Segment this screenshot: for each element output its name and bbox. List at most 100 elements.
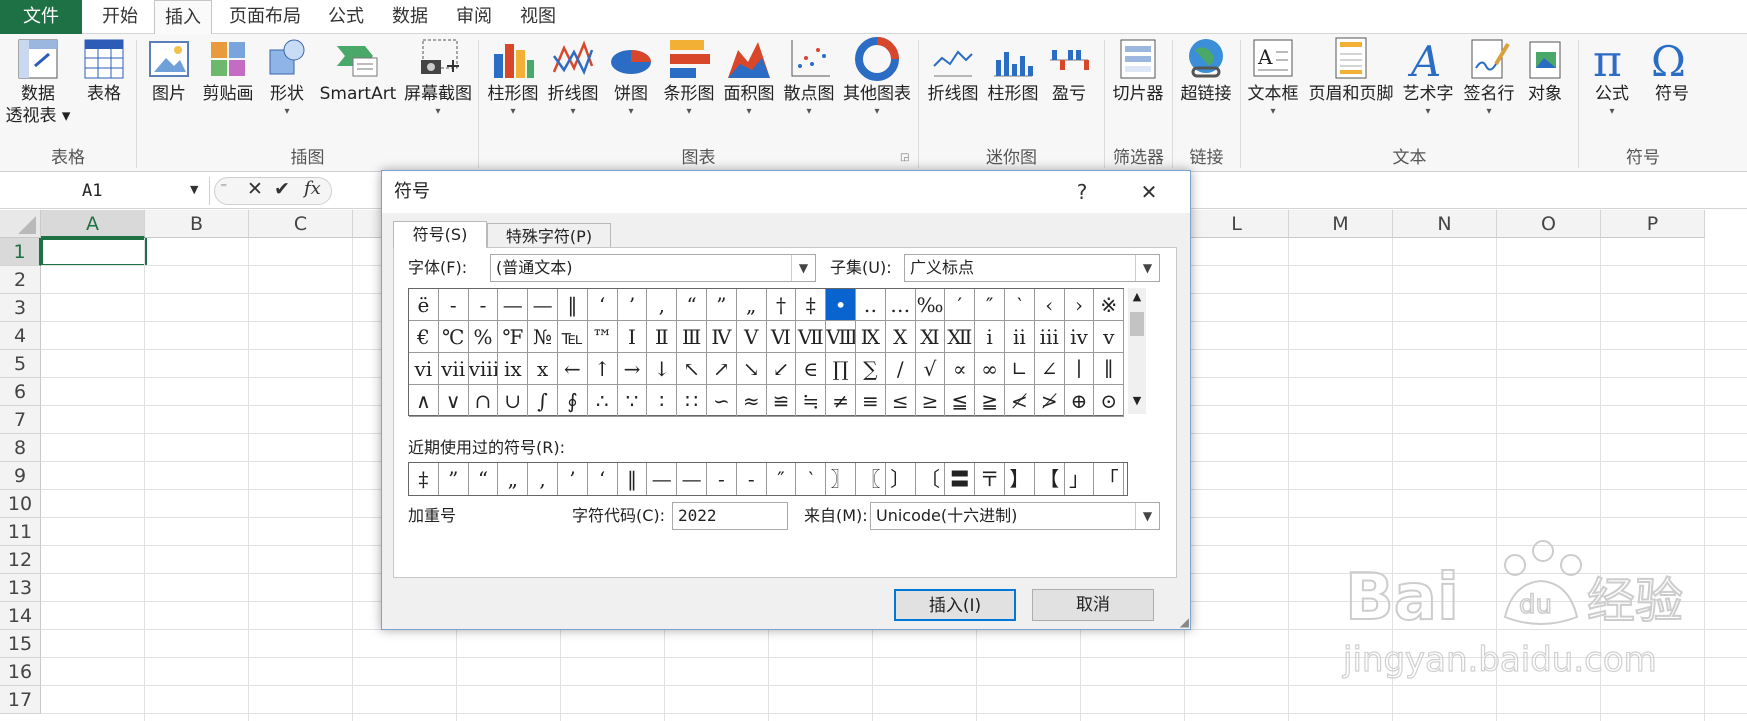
clip-art-button[interactable]: 剪贴画: [198, 36, 258, 106]
name-box[interactable]: A1: [0, 177, 210, 205]
resize-grip-icon[interactable]: ◢: [1180, 615, 1189, 629]
recent-symbol-cell[interactable]: —: [647, 463, 678, 495]
recent-symbol-cell[interactable]: ’: [558, 463, 588, 495]
scroll-down-icon[interactable]: ▼: [1128, 394, 1146, 407]
recent-symbol-cell[interactable]: -: [737, 463, 767, 495]
row-header-5[interactable]: 5: [0, 350, 41, 378]
picture-button[interactable]: 图片: [142, 36, 196, 106]
symbol-cell[interactable]: Ⅳ: [707, 321, 737, 353]
subset-select[interactable]: 广义标点 ▼: [904, 254, 1160, 282]
symbol-cell[interactable]: ⅷ: [468, 353, 499, 385]
slicer-button[interactable]: 切片器: [1108, 36, 1168, 106]
font-select[interactable]: (普通文本) ▼: [490, 254, 816, 282]
hyperlink-button[interactable]: 超链接: [1176, 36, 1236, 106]
line-chart-button[interactable]: 折线图 ▾: [544, 36, 602, 118]
symbol-cell[interactable]: —: [498, 289, 529, 321]
symbol-cell[interactable]: ↑: [587, 353, 618, 385]
cancel-entry-icon[interactable]: ✕: [247, 178, 263, 200]
scrollbar-thumb[interactable]: [1130, 312, 1144, 336]
symbol-cell[interactable]: —: [528, 289, 558, 321]
column-header-b[interactable]: B: [145, 210, 249, 238]
symbol-cell[interactable]: …: [885, 289, 916, 321]
recent-symbol-cell[interactable]: ‵: [796, 463, 827, 495]
char-code-input[interactable]: 2022: [672, 502, 788, 530]
symbol-cell[interactable]: ∪: [498, 385, 529, 417]
column-header-l[interactable]: L: [1185, 210, 1289, 238]
recent-symbol-cell[interactable]: ”: [439, 463, 469, 495]
symbol-cell[interactable]: ∈: [796, 353, 827, 385]
pie-chart-button[interactable]: 饼图 ▾: [604, 36, 658, 118]
tab-review[interactable]: 审阅: [446, 0, 502, 34]
active-cell-a1[interactable]: [41, 238, 147, 266]
recent-symbol-cell[interactable]: 〖: [856, 463, 886, 495]
symbol-cell[interactable]: ⅰ: [975, 321, 1005, 353]
row-header-15[interactable]: 15: [0, 630, 41, 658]
symbol-cell[interactable]: ≥: [915, 385, 946, 417]
symbol-cell[interactable]: ←: [558, 353, 588, 385]
textbox-button[interactable]: A 文本框 ▾: [1244, 36, 1302, 118]
symbol-cell[interactable]: ≠: [826, 385, 856, 417]
signature-line-button[interactable]: 签名行 ▾: [1460, 36, 1518, 118]
symbol-cell[interactable]: ›: [1064, 289, 1095, 321]
sparkline-column-button[interactable]: 柱形图: [984, 36, 1042, 106]
symbol-grid-scrollbar[interactable]: ▲ ▼: [1128, 288, 1146, 414]
symbol-cell[interactable]: ⊙: [1094, 385, 1125, 417]
symbol-cell[interactable]: Ⅻ: [945, 321, 976, 353]
symbol-cell[interactable]: ℉: [498, 321, 529, 353]
object-button[interactable]: 对象: [1520, 36, 1570, 106]
symbol-cell[interactable]: ↗: [707, 353, 737, 385]
row-header-7[interactable]: 7: [0, 406, 41, 434]
row-header-14[interactable]: 14: [0, 602, 41, 630]
symbol-cell[interactable]: ≤: [885, 385, 916, 417]
symbol-cell[interactable]: ‖: [558, 289, 588, 321]
wordart-button[interactable]: A 艺术字 ▾: [1398, 36, 1458, 118]
symbol-cell[interactable]: ‵: [1005, 289, 1035, 321]
insert-function-icon[interactable]: fx: [304, 178, 321, 199]
other-charts-button[interactable]: 其他图表 ▾: [840, 36, 914, 118]
symbol-cell[interactable]: ↓: [647, 353, 678, 385]
symbol-cell[interactable]: ‥: [856, 289, 886, 321]
symbol-cell[interactable]: ≦: [945, 385, 976, 417]
symbol-cell[interactable]: Ⅶ: [796, 321, 827, 353]
symbol-cell[interactable]: ″: [975, 289, 1005, 321]
close-icon[interactable]: ✕: [1122, 171, 1176, 213]
column-header-o[interactable]: O: [1497, 210, 1601, 238]
symbol-cell[interactable]: ‡: [796, 289, 827, 321]
tab-file[interactable]: 文件: [0, 0, 82, 34]
symbol-cell[interactable]: %: [468, 321, 499, 353]
symbol-cell[interactable]: ↘: [736, 353, 767, 385]
bar-chart-button[interactable]: 条形图 ▾: [660, 36, 718, 118]
recent-symbol-cell[interactable]: “: [469, 463, 499, 495]
row-header-9[interactable]: 9: [0, 462, 41, 490]
symbol-cell[interactable]: Ⅹ: [885, 321, 916, 353]
symbol-cell[interactable]: ∨: [438, 385, 469, 417]
symbol-cell[interactable]: ≈: [736, 385, 767, 417]
pivot-table-button[interactable]: 数据 透视表 ▾: [2, 36, 74, 128]
symbol-cell[interactable]: ™: [587, 321, 618, 353]
help-button[interactable]: ?: [1062, 171, 1102, 213]
tab-home[interactable]: 开始: [90, 0, 150, 34]
tab-data[interactable]: 数据: [382, 0, 438, 34]
symbol-cell[interactable]: †: [766, 289, 797, 321]
symbol-cell[interactable]: ⅵ: [409, 353, 439, 385]
charts-dialog-launcher-icon[interactable]: ◲: [900, 152, 909, 163]
column-header-p[interactable]: P: [1601, 210, 1705, 238]
symbol-cell[interactable]: “: [677, 289, 707, 321]
row-header-1[interactable]: 1: [0, 238, 41, 266]
column-chart-button[interactable]: 柱形图 ▾: [484, 36, 542, 118]
symbol-cell[interactable]: ∶: [647, 385, 678, 417]
symbol-cell[interactable]: ”: [707, 289, 737, 321]
symbol-cell[interactable]: ℃: [438, 321, 469, 353]
sparkline-line-button[interactable]: 折线图: [924, 36, 982, 106]
row-header-4[interactable]: 4: [0, 322, 41, 350]
recent-symbol-cell[interactable]: 〔: [916, 463, 946, 495]
symbol-cell[interactable]: ℡: [558, 321, 588, 353]
recent-symbol-cell[interactable]: ″: [767, 463, 797, 495]
symbol-cell[interactable]: Ⅺ: [915, 321, 946, 353]
symbol-cell[interactable]: ∩: [468, 385, 499, 417]
symbol-cell[interactable]: ,: [647, 289, 678, 321]
symbol-cell[interactable]: №: [528, 321, 558, 353]
recent-symbol-cell[interactable]: ‖: [618, 463, 648, 495]
symbol-cell[interactable]: Ⅸ: [856, 321, 886, 353]
symbol-cell[interactable]: €: [409, 321, 439, 353]
